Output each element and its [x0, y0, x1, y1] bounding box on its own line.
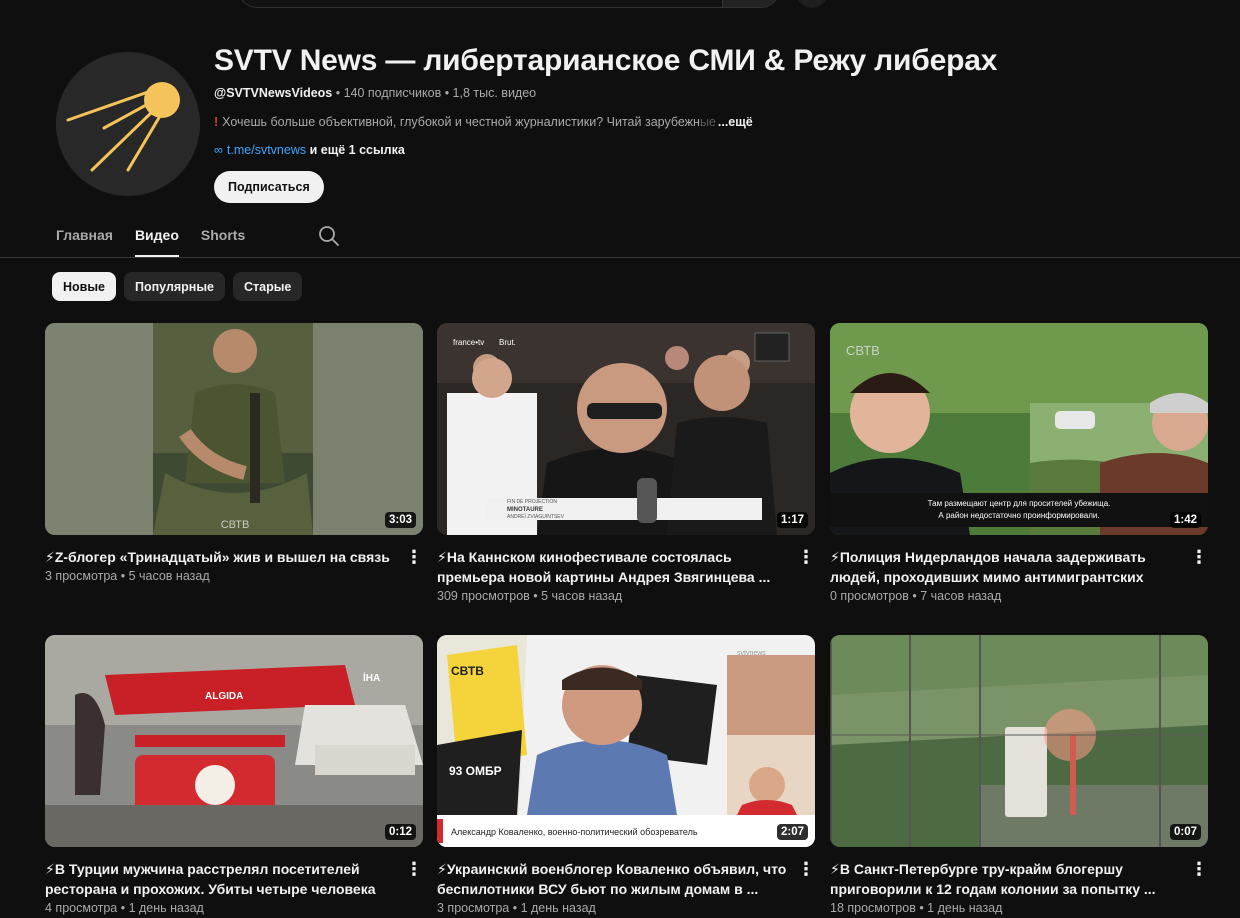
search-button[interactable]: [722, 0, 780, 8]
video-card[interactable]: 0:07 ⚡В Санкт-Петербурге тру-крайм блоге…: [830, 635, 1208, 915]
link-icon: ∞: [214, 143, 223, 157]
lower-third-caption: Александр Коваленко, военно-политический…: [451, 827, 698, 837]
video-card[interactable]: СВТВ 3:03 ⚡Z-блогер «Тринадцатый» жив и …: [45, 323, 423, 583]
description-more-button[interactable]: ...ещё: [718, 115, 753, 129]
video-thumbnail[interactable]: FIN DE PROJECTION MINOTAURE ANDREÏ ZVIAG…: [437, 323, 815, 535]
channel-description[interactable]: ! Хочешь больше объективной, глубокой и ч…: [214, 115, 753, 129]
video-thumbnail[interactable]: ALGIDA İHA 0:12: [45, 635, 423, 847]
video-meta: 3 просмотра • 1 день назад: [437, 901, 596, 915]
tab-home[interactable]: Главная: [56, 218, 113, 256]
video-meta: 309 просмотров • 5 часов назад: [437, 589, 623, 603]
iha-tag: İHA: [363, 671, 380, 684]
video-views: 4 просмотра: [45, 901, 118, 915]
video-views: 309 просмотров: [437, 589, 530, 603]
subtitle-line-1: Там размещают центр для просителей убежи…: [928, 499, 1111, 508]
video-title[interactable]: ⚡Z-блогер «Тринадцатый» жив и вышел на с…: [45, 547, 397, 567]
video-duration: 0:07: [1169, 824, 1201, 840]
more-actions-icon[interactable]: ⋮: [1190, 859, 1208, 879]
video-thumbnail[interactable]: Александр Коваленко, военно-политический…: [437, 635, 815, 847]
corner-watermark: svtvnews: [737, 650, 766, 657]
video-title[interactable]: ⚡В Турции мужчина расстрелял посетителей…: [45, 859, 397, 899]
meta-separator: •: [332, 86, 344, 100]
exclamation-icon: !: [214, 115, 219, 129]
video-title[interactable]: ⚡На Каннском кинофестивале состоялась пр…: [437, 547, 789, 587]
video-age: 7 часов назад: [920, 589, 1002, 603]
caption-mid-text: MINOTAURE: [507, 507, 543, 513]
video-age: 5 часов назад: [541, 589, 623, 603]
video-title[interactable]: ⚡В Санкт-Петербурге тру-крайм блогершу п…: [830, 859, 1182, 899]
video-meta: 0 просмотров • 7 часов назад: [830, 589, 1002, 603]
sputnik-logo-icon: [56, 52, 200, 196]
subscribe-button[interactable]: Подписаться: [214, 171, 324, 203]
channel-tabs: Главная Видео Shorts: [56, 218, 341, 258]
description-text: Хочешь больше объективной, глубокой и че…: [222, 115, 700, 129]
sort-chips: Новые Популярные Старые: [52, 272, 303, 301]
channel-avatar: [56, 52, 200, 196]
video-title[interactable]: ⚡Полиция Нидерландов начала задерживать …: [830, 547, 1182, 587]
channel-handle: @SVTVNewsVideos: [214, 86, 333, 100]
video-card[interactable]: Александр Коваленко, военно-политический…: [437, 635, 815, 915]
thumbnail-watermark: СВТВ: [846, 343, 880, 358]
caption-top-text: FIN DE PROJECTION: [507, 499, 557, 505]
caption-bot-text: ANDREÏ ZVIAGUINTSEV: [507, 513, 565, 520]
video-age: 5 часов назад: [128, 569, 210, 583]
chip-newest[interactable]: Новые: [52, 272, 116, 301]
video-duration: 1:17: [776, 512, 808, 528]
video-duration: 2:07: [776, 824, 808, 840]
video-duration: 3:03: [384, 512, 416, 528]
video-title[interactable]: ⚡Украинский военблогер Коваленко объявил…: [437, 859, 789, 899]
tabs-divider: [0, 257, 1240, 258]
video-views: 0 просмотров: [830, 589, 909, 603]
video-card[interactable]: FIN DE PROJECTION MINOTAURE ANDREÏ ZVIAG…: [437, 323, 815, 603]
more-actions-icon[interactable]: ⋮: [797, 547, 815, 567]
channel-logo-text: СВТВ: [451, 664, 484, 678]
video-meta: 18 просмотров • 1 день назад: [830, 901, 1003, 915]
channel-meta: @SVTVNewsVideos • 140 подписчиков • 1,8 …: [214, 86, 536, 100]
voice-search-button[interactable]: [795, 0, 829, 8]
search-input[interactable]: [238, 0, 722, 8]
video-views: 3 просмотра: [45, 569, 118, 583]
chip-oldest[interactable]: Старые: [233, 272, 303, 301]
video-thumbnail[interactable]: Там размещают центр для просителей убежи…: [830, 323, 1208, 535]
video-thumbnail[interactable]: 0:07: [830, 635, 1208, 847]
video-count: 1,8 тыс. видео: [452, 86, 537, 100]
video-age: 1 день назад: [520, 901, 596, 915]
channel-title: SVTV News — либертарианское СМИ & Режу л…: [214, 44, 998, 77]
tab-videos[interactable]: Видео: [134, 218, 179, 257]
video-card[interactable]: Там размещают центр для просителей убежи…: [830, 323, 1208, 603]
channel-search-icon[interactable]: [317, 224, 341, 248]
flag-text: 93 ОМБР: [449, 764, 502, 778]
brand-text: ALGIDA: [205, 691, 243, 702]
description-fade: ые: [699, 115, 716, 129]
channel-links: ∞ t.me/svtvnews и ещё 1 ссылка: [214, 143, 405, 157]
thumbnail-watermark: СВТВ: [221, 519, 250, 531]
more-links-button[interactable]: и ещё 1 ссылка: [306, 143, 405, 157]
video-duration: 1:42: [1169, 512, 1201, 528]
top-bar: [0, 0, 1240, 10]
video-views: 18 просмотров: [830, 901, 916, 915]
video-age: 1 день назад: [927, 901, 1003, 915]
video-age: 1 день назад: [128, 901, 204, 915]
more-actions-icon[interactable]: ⋮: [1190, 547, 1208, 567]
chip-popular[interactable]: Популярные: [123, 272, 225, 301]
video-thumbnail[interactable]: СВТВ 3:03: [45, 323, 423, 535]
more-actions-icon[interactable]: ⋮: [405, 547, 423, 567]
video-meta: 3 просмотра • 5 часов назад: [45, 569, 210, 583]
video-meta: 4 просмотра • 1 день назад: [45, 901, 204, 915]
telegram-link[interactable]: t.me/svtvnews: [227, 143, 306, 157]
tab-shorts[interactable]: Shorts: [201, 218, 245, 256]
video-views: 3 просмотра: [437, 901, 510, 915]
meta-separator: •: [441, 86, 453, 100]
more-actions-icon[interactable]: ⋮: [405, 859, 423, 879]
video-duration: 0:12: [384, 824, 416, 840]
subtitle-line-2: А район недостаточно проинформировали.: [938, 511, 1099, 520]
video-card[interactable]: ALGIDA İHA 0:12 ⚡В Турции мужчина расстр…: [45, 635, 423, 915]
more-actions-icon[interactable]: ⋮: [797, 859, 815, 879]
brut-tag: Brut.: [499, 338, 516, 347]
subscriber-count: 140 подписчиков: [343, 86, 442, 100]
france-tv-tag: france•tv: [453, 338, 484, 347]
